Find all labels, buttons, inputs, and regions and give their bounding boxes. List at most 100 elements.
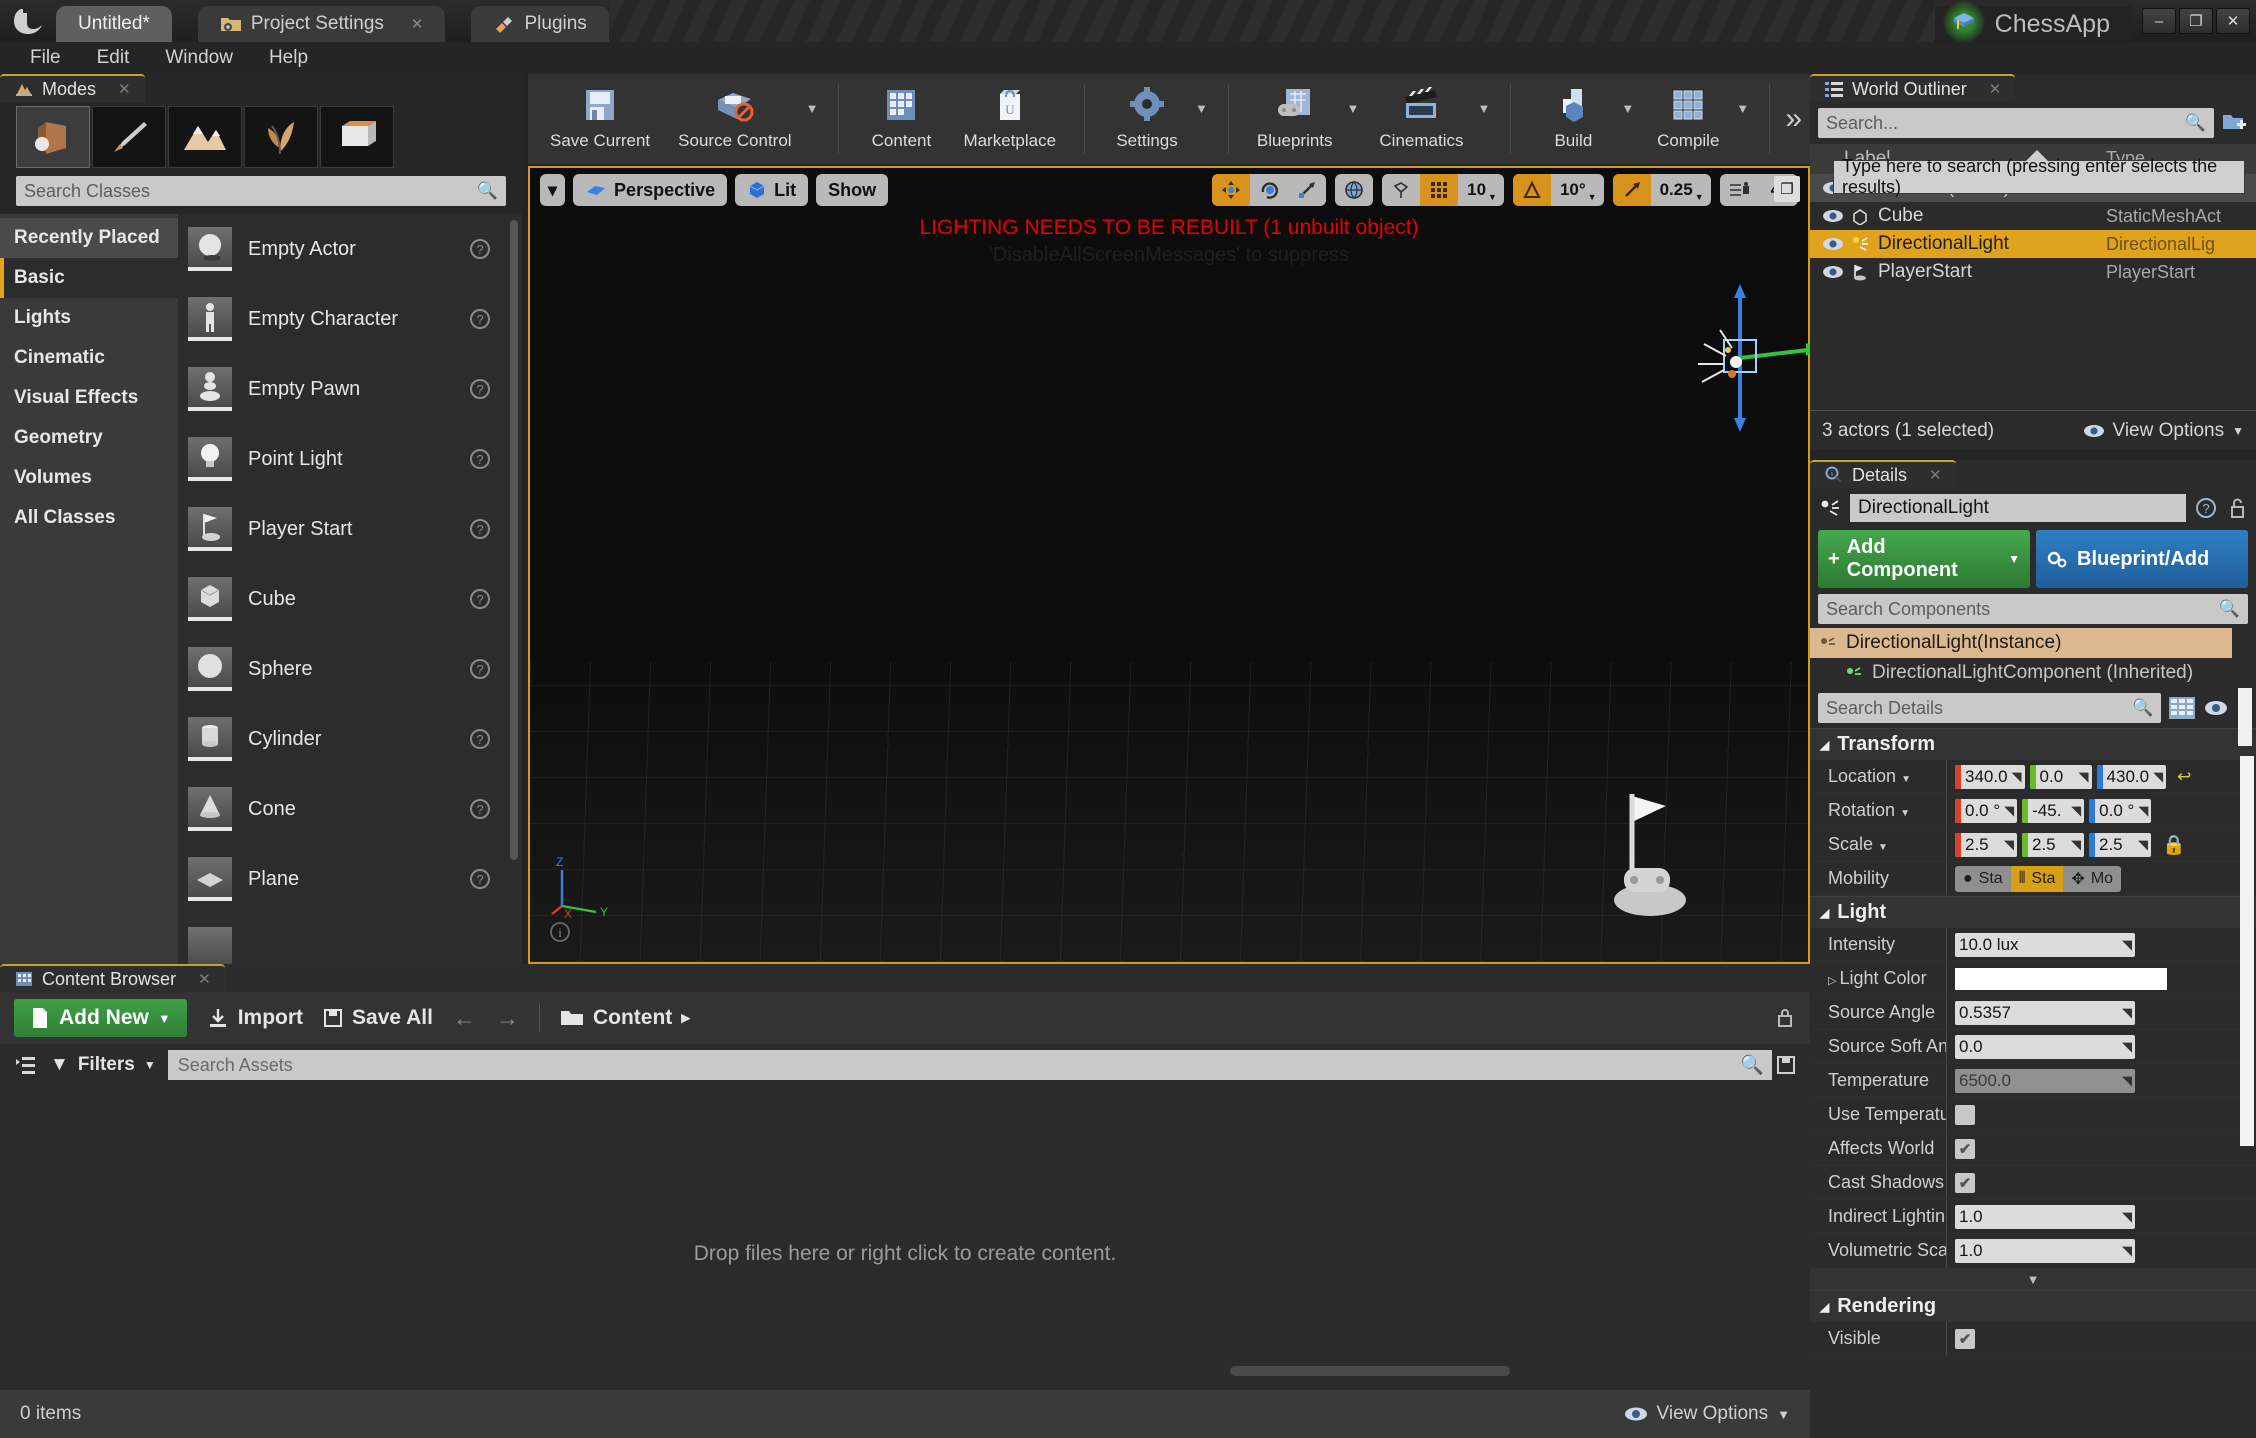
build-caret-icon[interactable]: ▼: [1621, 74, 1640, 164]
blueprints-caret-icon[interactable]: ▼: [1347, 74, 1366, 164]
list-item[interactable]: Sphere ?: [178, 634, 522, 704]
cinematics-button[interactable]: Cinematics: [1365, 74, 1477, 164]
search-details-input[interactable]: Search Details 🔍: [1818, 693, 2162, 723]
search-assets-input[interactable]: Search Assets: [167, 1050, 1773, 1080]
viewport-options-button[interactable]: ▾: [540, 174, 566, 206]
close-icon[interactable]: ✕: [411, 15, 424, 33]
category-visual-effects[interactable]: Visual Effects: [0, 378, 178, 418]
list-item[interactable]: Empty Pawn ?: [178, 354, 522, 424]
revert-icon[interactable]: ↩: [2177, 767, 2191, 787]
grid-view-icon[interactable]: [2167, 695, 2197, 721]
mode-landscape-button[interactable]: [168, 106, 242, 168]
breadcrumb[interactable]: Content ▸: [560, 1006, 690, 1030]
table-row[interactable]: Cube StaticMeshAct: [1810, 202, 2256, 230]
question-icon[interactable]: ?: [470, 519, 490, 539]
list-item[interactable]: Cone ?: [178, 774, 522, 844]
tab-modes[interactable]: Modes ✕: [0, 74, 145, 102]
tab-plugins[interactable]: Plugins: [471, 6, 609, 42]
player-start-actor[interactable]: [1590, 782, 1720, 932]
category-lights[interactable]: Lights: [0, 298, 178, 338]
source-control-caret-icon[interactable]: ▼: [806, 74, 825, 164]
blueprint-add-button[interactable]: Blueprint/Add: [2036, 530, 2248, 588]
save-all-button[interactable]: Save All: [323, 1006, 433, 1030]
eye-icon[interactable]: [2203, 699, 2229, 717]
unlock-icon[interactable]: [2226, 496, 2248, 520]
list-item[interactable]: Cube ?: [178, 564, 522, 634]
eye-icon[interactable]: [1816, 237, 1850, 251]
category-geometry[interactable]: Geometry: [0, 418, 178, 458]
affects-world-checkbox[interactable]: ✔: [1955, 1138, 1975, 1159]
scale-snap-toggle[interactable]: [1612, 174, 1651, 206]
question-icon[interactable]: ?: [470, 309, 490, 329]
light-color-swatch[interactable]: [1955, 967, 2167, 990]
compile-button[interactable]: Compile: [1640, 74, 1736, 164]
location-label[interactable]: Location ▼: [1810, 766, 1946, 787]
category-cinematic[interactable]: Cinematic: [0, 338, 178, 378]
blueprints-button[interactable]: Blueprints: [1243, 74, 1347, 164]
grid-snap-toggle[interactable]: [1420, 174, 1459, 206]
rotate-gizmo-icon[interactable]: [1250, 174, 1288, 206]
volumetric-scattering-input[interactable]: 1.0 ◥: [1955, 1238, 2135, 1263]
category-basic[interactable]: Basic: [0, 258, 178, 298]
component-list-scrollbar[interactable]: [2238, 688, 2252, 746]
tab-project-settings[interactable]: Project Settings ✕: [197, 6, 446, 42]
minimize-button[interactable]: –: [2142, 8, 2176, 34]
question-icon[interactable]: ?: [2194, 496, 2218, 520]
section-expander-button[interactable]: ▼: [1810, 1268, 2256, 1290]
actor-list-scrollbar[interactable]: [510, 220, 518, 860]
rotation-y-input[interactable]: -45. ◥: [2022, 798, 2085, 823]
maximize-viewport-icon[interactable]: ❐: [1774, 176, 1800, 202]
section-header-transform[interactable]: ◢ Transform: [1810, 728, 2256, 760]
content-view-options-button[interactable]: View Options ▼: [1624, 1403, 1790, 1425]
mobility-movable-button[interactable]: ✥ Mo: [2063, 865, 2122, 892]
location-x-input[interactable]: 340.0 ◥: [1955, 764, 2025, 789]
scale-y-input[interactable]: 2.5 ◥: [2022, 832, 2084, 857]
add-component-button[interactable]: + Add Component ▼: [1818, 530, 2030, 588]
table-row[interactable]: DirectionalLight DirectionalLig: [1810, 230, 2256, 258]
shading-mode-button[interactable]: Lit: [735, 174, 809, 206]
location-y-input[interactable]: 0.0 ◥: [2029, 764, 2092, 789]
scale-x-input[interactable]: 2.5 ◥: [1955, 832, 2017, 857]
location-z-input[interactable]: 430.0 ◥: [2096, 764, 2167, 789]
compile-caret-icon[interactable]: ▼: [1736, 74, 1755, 164]
show-menu-button[interactable]: Show: [816, 174, 889, 206]
tab-details[interactable]: i Details ✕: [1810, 460, 1956, 488]
cast-shadows-checkbox[interactable]: ✔: [1955, 1172, 1975, 1193]
level-viewport[interactable]: ▾ Perspective Lit Show 10 ▼ 10° ▼ 0.25 ▼…: [528, 166, 1820, 964]
angle-snap-toggle[interactable]: [1512, 174, 1551, 206]
content-browser-hscrollbar[interactable]: [1230, 1366, 1510, 1376]
menu-edit[interactable]: Edit: [81, 43, 146, 73]
mode-foliage-button[interactable]: [244, 106, 318, 168]
outliner-search-input[interactable]: Search... 🔍: [1818, 108, 2214, 138]
search-classes-input[interactable]: Search Classes 🔍: [16, 176, 506, 206]
component-row-instance[interactable]: DirectionalLight(Instance): [1810, 628, 2232, 658]
eye-icon[interactable]: [1816, 265, 1850, 279]
mobility-static-button[interactable]: ● Sta: [1955, 865, 2011, 892]
project-badge[interactable]: ChessApp: [1934, 1, 2132, 43]
section-header-light[interactable]: ◢ Light: [1810, 896, 2256, 928]
build-button[interactable]: Build: [1525, 74, 1621, 164]
light-color-label[interactable]: ▷ Light Color: [1810, 968, 1946, 989]
mode-geometry-edit-button[interactable]: [320, 106, 394, 168]
temperature-input[interactable]: 6500.0 ◥: [1955, 1068, 2135, 1093]
question-icon[interactable]: ?: [470, 729, 490, 749]
tab-world-outliner[interactable]: World Outliner ✕: [1810, 74, 2016, 102]
sources-panel-icon[interactable]: [14, 1054, 38, 1076]
rotation-z-input[interactable]: 0.0 ° ◥: [2089, 798, 2152, 823]
mobility-stationary-button[interactable]: ⫴ Sta: [2010, 865, 2064, 892]
close-icon[interactable]: ✕: [1929, 466, 1942, 484]
new-folder-icon[interactable]: [2222, 112, 2248, 134]
section-header-rendering[interactable]: ◢ Rendering: [1810, 1290, 2256, 1322]
visible-checkbox[interactable]: ✔: [1955, 1328, 1975, 1349]
add-new-button[interactable]: Add New ▼: [14, 999, 187, 1037]
close-icon[interactable]: ✕: [198, 970, 211, 988]
camera-mode-button[interactable]: Perspective: [573, 174, 728, 206]
angle-snap-value[interactable]: 10° ▼: [1551, 174, 1604, 206]
table-row[interactable]: PlayerStart PlayerStart: [1810, 258, 2256, 286]
viewport-info-icon[interactable]: i: [548, 920, 572, 944]
scale-snap-value[interactable]: 0.25 ▼: [1651, 174, 1711, 206]
search-components-input[interactable]: Search Components 🔍: [1818, 594, 2248, 624]
intensity-input[interactable]: 10.0 lux ◥: [1955, 932, 2135, 957]
cinematics-caret-icon[interactable]: ▼: [1478, 74, 1497, 164]
rotation-x-input[interactable]: 0.0 ° ◥: [1955, 798, 2018, 823]
